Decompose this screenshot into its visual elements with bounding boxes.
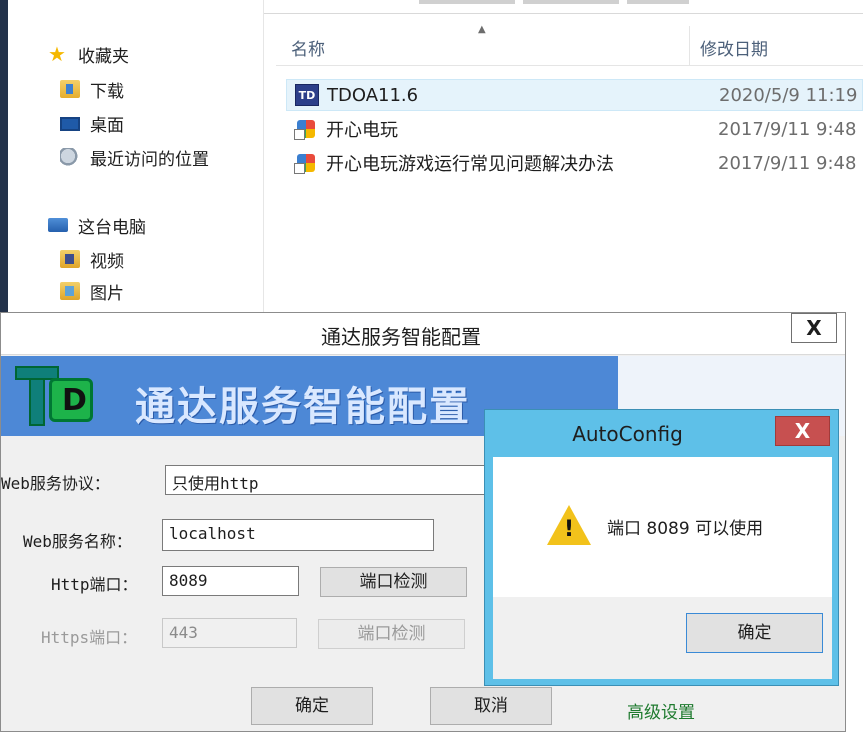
column-header-date[interactable]: 修改日期: [700, 35, 768, 60]
autoconfig-dialog: AutoConfig X ! 端口 8089 可以使用 确定: [484, 409, 839, 686]
web-protocol-label: Web服务协议：: [1, 474, 110, 493]
shortcut-icon: [294, 152, 318, 174]
videos-folder-icon: [60, 250, 80, 268]
nav-item-downloads[interactable]: 下载: [60, 77, 124, 102]
https-port-check-button[interactable]: 端口检测: [318, 619, 465, 649]
nav-item-videos[interactable]: 视频: [60, 247, 124, 272]
close-button[interactable]: X: [775, 416, 830, 446]
window-left-edge: [0, 0, 8, 312]
file-name: 开心电玩游戏运行常见问题解决办法: [326, 154, 614, 175]
column-header-name[interactable]: 名称: [291, 35, 325, 60]
web-name-input[interactable]: localhost: [162, 519, 434, 551]
file-list-header: ▲ 名称 修改日期: [276, 24, 863, 66]
td-dialog-title: 通达服务智能配置: [321, 325, 481, 349]
nav-label: 收藏夹: [78, 46, 129, 67]
star-icon: ★: [48, 42, 66, 66]
nav-item-desktop[interactable]: 桌面: [60, 111, 124, 136]
nav-label: 这台电脑: [78, 217, 146, 238]
file-date: 2017/9/11 9:48: [718, 118, 857, 140]
file-name: TDOA11.6: [327, 84, 419, 106]
autoconfig-footer: 确定: [493, 597, 832, 679]
http-port-input[interactable]: 8089: [162, 566, 299, 596]
http-port-label: Http端口：: [51, 575, 138, 594]
shortcut-icon: [294, 118, 318, 140]
ok-button[interactable]: 确定: [251, 687, 373, 725]
http-port-check-button[interactable]: 端口检测: [320, 567, 467, 597]
column-divider[interactable]: [689, 26, 690, 66]
td-logo-icon: [15, 364, 103, 428]
web-name-label: Web服务名称：: [23, 532, 132, 551]
file-row[interactable]: 开心电玩游戏运行常见问题解决办法 2017/9/11 9:48: [286, 147, 863, 179]
downloads-folder-icon: [60, 80, 80, 98]
nav-item-pictures[interactable]: 图片: [60, 279, 124, 304]
td-dialog-titlebar[interactable]: 通达服务智能配置 X: [1, 313, 845, 355]
file-name: 开心电玩: [326, 120, 398, 141]
autoconfig-title: AutoConfig: [572, 422, 683, 446]
ok-button[interactable]: 确定: [686, 613, 823, 653]
address-bar[interactable]: [180, 0, 863, 14]
nav-item-favorites[interactable]: ★ 收藏夹: [48, 42, 129, 67]
nav-label: 视频: [90, 251, 124, 272]
nav-label: 下载: [90, 81, 124, 102]
pictures-folder-icon: [60, 282, 80, 300]
sort-ascending-icon: ▲: [478, 24, 486, 35]
advanced-settings-link[interactable]: 高级设置: [627, 698, 695, 723]
ribbon-tab[interactable]: [627, 0, 689, 4]
ribbon-tab[interactable]: [523, 0, 619, 4]
file-row[interactable]: TD TDOA11.6 2020/5/9 11:19: [286, 79, 863, 111]
file-date: 2020/5/9 11:19: [719, 84, 858, 106]
cancel-button[interactable]: 取消: [430, 687, 552, 725]
recent-places-icon: [60, 148, 80, 166]
web-protocol-select[interactable]: 只使用http: [165, 465, 495, 495]
autoconfig-body: ! 端口 8089 可以使用: [493, 457, 832, 597]
desktop-icon: [60, 117, 80, 131]
file-row[interactable]: 开心电玩 2017/9/11 9:48: [286, 113, 863, 145]
td-app-icon: TD: [295, 84, 319, 106]
file-date: 2017/9/11 9:48: [718, 152, 857, 174]
nav-item-recent[interactable]: 最近访问的位置: [60, 145, 209, 170]
ribbon-tab[interactable]: [419, 0, 515, 4]
https-port-input[interactable]: 443: [162, 618, 297, 648]
computer-icon: [48, 218, 68, 232]
nav-item-this-pc[interactable]: 这台电脑: [48, 213, 146, 238]
nav-label: 图片: [90, 283, 124, 304]
navigation-pane: ★ 收藏夹 下载 桌面 最近访问的位置 这台电脑 视频 图片: [8, 0, 264, 312]
close-button[interactable]: X: [791, 313, 837, 343]
autoconfig-message: 端口 8089 可以使用: [607, 519, 764, 539]
nav-label: 桌面: [90, 115, 124, 136]
https-port-label: Https端口：: [41, 628, 138, 647]
nav-label: 最近访问的位置: [90, 149, 209, 170]
banner-title: 通达服务智能配置: [135, 384, 471, 430]
warning-icon: !: [547, 505, 591, 545]
